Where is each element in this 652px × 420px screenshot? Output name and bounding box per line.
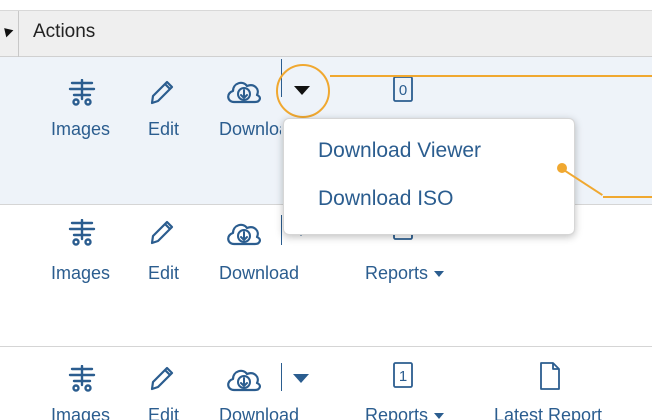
edit-link[interactable]: Edit [148, 405, 179, 420]
report-count-icon[interactable]: 0 [392, 75, 414, 103]
stacked-images-icon[interactable] [68, 365, 96, 393]
reports-label: Reports [365, 405, 429, 420]
reports-dropdown[interactable]: Reports [365, 263, 445, 284]
edit-link[interactable]: Edit [148, 119, 179, 140]
download-link[interactable]: Download [219, 119, 281, 140]
latest-report-link[interactable]: Latest Report [494, 405, 602, 420]
column-title-actions: Actions [33, 21, 96, 42]
images-link[interactable]: Images [51, 119, 110, 140]
images-link[interactable]: Images [51, 263, 110, 284]
caret-down-icon [434, 271, 445, 278]
reports-label: Reports [365, 263, 429, 283]
download-link[interactable]: Download [219, 405, 299, 420]
pencil-icon[interactable] [147, 77, 175, 107]
split-button-divider [281, 215, 282, 245]
stacked-images-icon[interactable] [68, 219, 96, 247]
callout-line [603, 196, 652, 198]
column-divider [18, 11, 19, 57]
stacked-images-icon[interactable] [68, 79, 96, 107]
top-strip [0, 0, 652, 10]
edit-link[interactable]: Edit [148, 263, 179, 284]
images-link[interactable]: Images [51, 405, 110, 420]
menu-item-download-iso[interactable]: Download ISO [318, 187, 453, 211]
callout-highlight-circle [276, 64, 330, 118]
menu-item-download-viewer[interactable]: Download Viewer [318, 139, 481, 163]
download-link[interactable]: Download [219, 263, 299, 284]
cloud-download-icon[interactable] [224, 77, 264, 107]
table-row: Images Edit Download 1 Reports Latest Re… [0, 347, 652, 420]
report-count-icon[interactable]: 1 [392, 361, 414, 389]
pencil-icon[interactable] [147, 363, 175, 393]
reports-count: 1 [399, 368, 407, 385]
pencil-icon[interactable] [147, 217, 175, 247]
split-button-divider [281, 363, 282, 391]
sort-arrow-icon[interactable] [0, 24, 14, 38]
document-icon[interactable] [538, 361, 562, 391]
cloud-download-icon[interactable] [224, 219, 264, 249]
table-header: Actions [0, 10, 652, 57]
caret-down-icon [434, 413, 445, 420]
reports-count: 0 [399, 82, 407, 99]
download-dropdown-caret[interactable] [293, 374, 309, 383]
callout-line [330, 75, 652, 77]
download-dropdown-menu: Download Viewer Download ISO [283, 118, 575, 235]
actions-table-page: Actions Images Edit Download [0, 0, 652, 420]
reports-dropdown[interactable]: Reports [365, 405, 445, 420]
cloud-download-icon[interactable] [224, 365, 264, 395]
